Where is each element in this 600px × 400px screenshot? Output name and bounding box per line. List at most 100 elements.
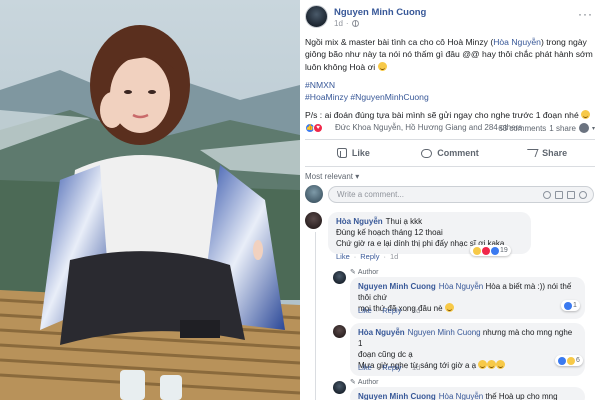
post-text-part: Ngồi mix & master bài tình ca cho cô Hoà… [305,37,494,47]
comment-button[interactable]: Comment [402,142,499,164]
reply-reply-link[interactable]: Reply [382,363,401,372]
commenter-name[interactable]: Hòa Nguyễn [336,217,383,226]
comment-input[interactable]: Write a comment... [328,186,594,203]
replier-avatar[interactable] [333,271,346,284]
pencil-icon: ✎ [350,269,356,276]
post-header: Nguyen Minh Cuong 1d · ··· [305,5,595,29]
reply-like-link[interactable]: Like [358,363,372,372]
reply-comment: ✎ Author Nguyen Minh Cuong Hòa Nguyễn Hòa… [333,268,595,320]
replier-name[interactable]: Nguyen Minh Cuong [358,282,436,291]
like-reaction-icon [558,356,566,365]
mention-link[interactable]: Hòa Nguyễn [493,37,541,47]
author-name[interactable]: Nguyen Minh Cuong [334,7,426,18]
hashtag-link[interactable]: #HoaMinzy #NguyenMinhCuong [305,92,429,102]
comment: Hòa Nguyễn Thui ạ kkk Đùng kế hoạch tháng… [305,212,595,262]
post-actions: Like Comment Share [305,142,595,164]
comment-time[interactable]: 1d [390,252,398,261]
post-meta: 1d · [334,19,359,28]
reactions-summary: 👍 ♥ Đức Khoa Nguyễn, Hồ Hương Giang and … [305,122,595,136]
reply-meta: Like · Reply · 1d [358,363,420,372]
reply-time[interactable]: 1d [412,306,420,315]
comment-like-link[interactable]: Like [336,252,350,261]
reaction-icons[interactable]: 👍 ♥ [305,123,323,133]
dot-separator: · [405,306,408,315]
like-reaction-icon [564,301,572,310]
post-text: Ngồi mix & master bài tình ca cho cô Hoà… [305,36,595,128]
comment-composer: Write a comment... [305,185,595,205]
gif-icon[interactable] [567,191,575,199]
comments-count[interactable]: 63 comments [498,124,546,133]
replier-avatar[interactable] [333,381,346,394]
dot-separator: · [405,363,408,372]
smile-emoji-icon [377,61,387,71]
mention-link[interactable]: Hòa Nguyễn [439,282,483,291]
post-hashtags: #NMXN #HoaMinzy #NguyenMinhCuong [305,79,595,104]
comment-bubble-icon [421,148,433,158]
caret-down-icon: ▾ [355,172,360,181]
share-button[interactable]: Share [498,142,595,164]
thread-line [315,232,316,400]
like-reaction-icon [491,246,499,255]
dot-separator: · [375,363,379,372]
author-badge: ✎ Author [350,268,379,277]
dot-separator: · [375,306,379,315]
emoji-icon[interactable] [543,191,551,199]
comment-label: Comment [437,148,479,158]
comment-text: Đùng kế hoạch tháng 12 thoai [336,228,443,237]
more-options-icon[interactable]: ··· [578,7,593,21]
author-badge-label: Author [357,378,379,386]
commenter-avatar[interactable] [305,212,322,229]
reaction-count: 19 [500,247,508,254]
reply-reactions[interactable]: 1 [561,300,580,311]
post-time[interactable]: 1d [334,19,343,28]
reaction-count: 6 [576,357,580,364]
laugh-emoji-icon [496,360,506,369]
reply-reactions[interactable]: 6 [555,355,583,366]
comment-reply-link[interactable]: Reply [360,252,379,261]
sticker-icon[interactable] [579,191,587,199]
globe-icon [351,20,359,27]
reply-time[interactable]: 1d [412,363,420,372]
dot-separator: · [345,19,349,28]
comment-meta: Like · Reply · 1d [336,252,398,261]
laugh-emoji-icon [487,360,497,369]
camera-icon[interactable] [555,191,563,199]
grin-emoji-icon [444,303,454,312]
post-counts: 63 comments 1 share ▾ [498,123,595,133]
reactions-text[interactable]: Đức Khoa Nguyễn, Hồ Hương Giang and 284 … [335,123,522,132]
composer-icons [543,191,587,199]
pencil-icon: ✎ [350,379,356,386]
thumbs-up-icon [336,148,347,158]
reply-comment: Hòa Nguyễn Nguyen Minh Cuong nhưng mà cho… [333,323,595,376]
smile-emoji-icon [581,110,591,120]
like-label: Like [351,148,370,158]
reply-reply-link[interactable]: Reply [382,306,401,315]
replier-name[interactable]: Nguyen Minh Cuong [358,392,436,400]
post-panel: Nguyen Minh Cuong 1d · ··· Ngồi mix & ma… [300,0,600,400]
author-badge-label: Author [357,268,379,276]
share-label: Share [542,148,568,158]
post-paragraph-3: P/s : ai đoán đúng tựa bài mình sẽ gửi n… [305,109,595,121]
dot-separator: · [353,252,357,261]
comment-text: Thui ạ kkk [385,217,423,226]
reply-meta: Like · Reply · 1d [358,306,420,315]
caret-down-icon[interactable]: ▾ [592,125,595,132]
post-photo[interactable] [0,0,300,400]
reply-like-link[interactable]: Like [358,306,372,315]
replier-name[interactable]: Hòa Nguyễn [358,328,405,337]
shares-count[interactable]: 1 share [549,124,576,133]
author-badge: ✎ Author [350,378,379,387]
like-button[interactable]: Like [305,142,402,164]
reply-bubble: Nguyen Minh Cuong Hòa Nguyễn thế Hoà up c… [350,387,585,400]
divider [305,139,595,140]
comment-filter-dropdown[interactable]: Most relevant ▾ [305,172,359,181]
mention-link[interactable]: Nguyen Minh Cuong [408,328,481,337]
comment-reactions[interactable]: 19 [470,245,511,256]
post-text-part: P/s : ai đoán đúng tựa bài mình sẽ gửi n… [305,110,579,121]
replier-avatar[interactable] [333,325,346,338]
dot-separator: · [383,252,386,261]
author-avatar[interactable] [305,5,328,28]
hashtag-link[interactable]: #NMXN [305,80,335,90]
mention-link[interactable]: Hòa Nguyễn [439,392,483,400]
love-reaction-icon: ♥ [313,123,323,133]
